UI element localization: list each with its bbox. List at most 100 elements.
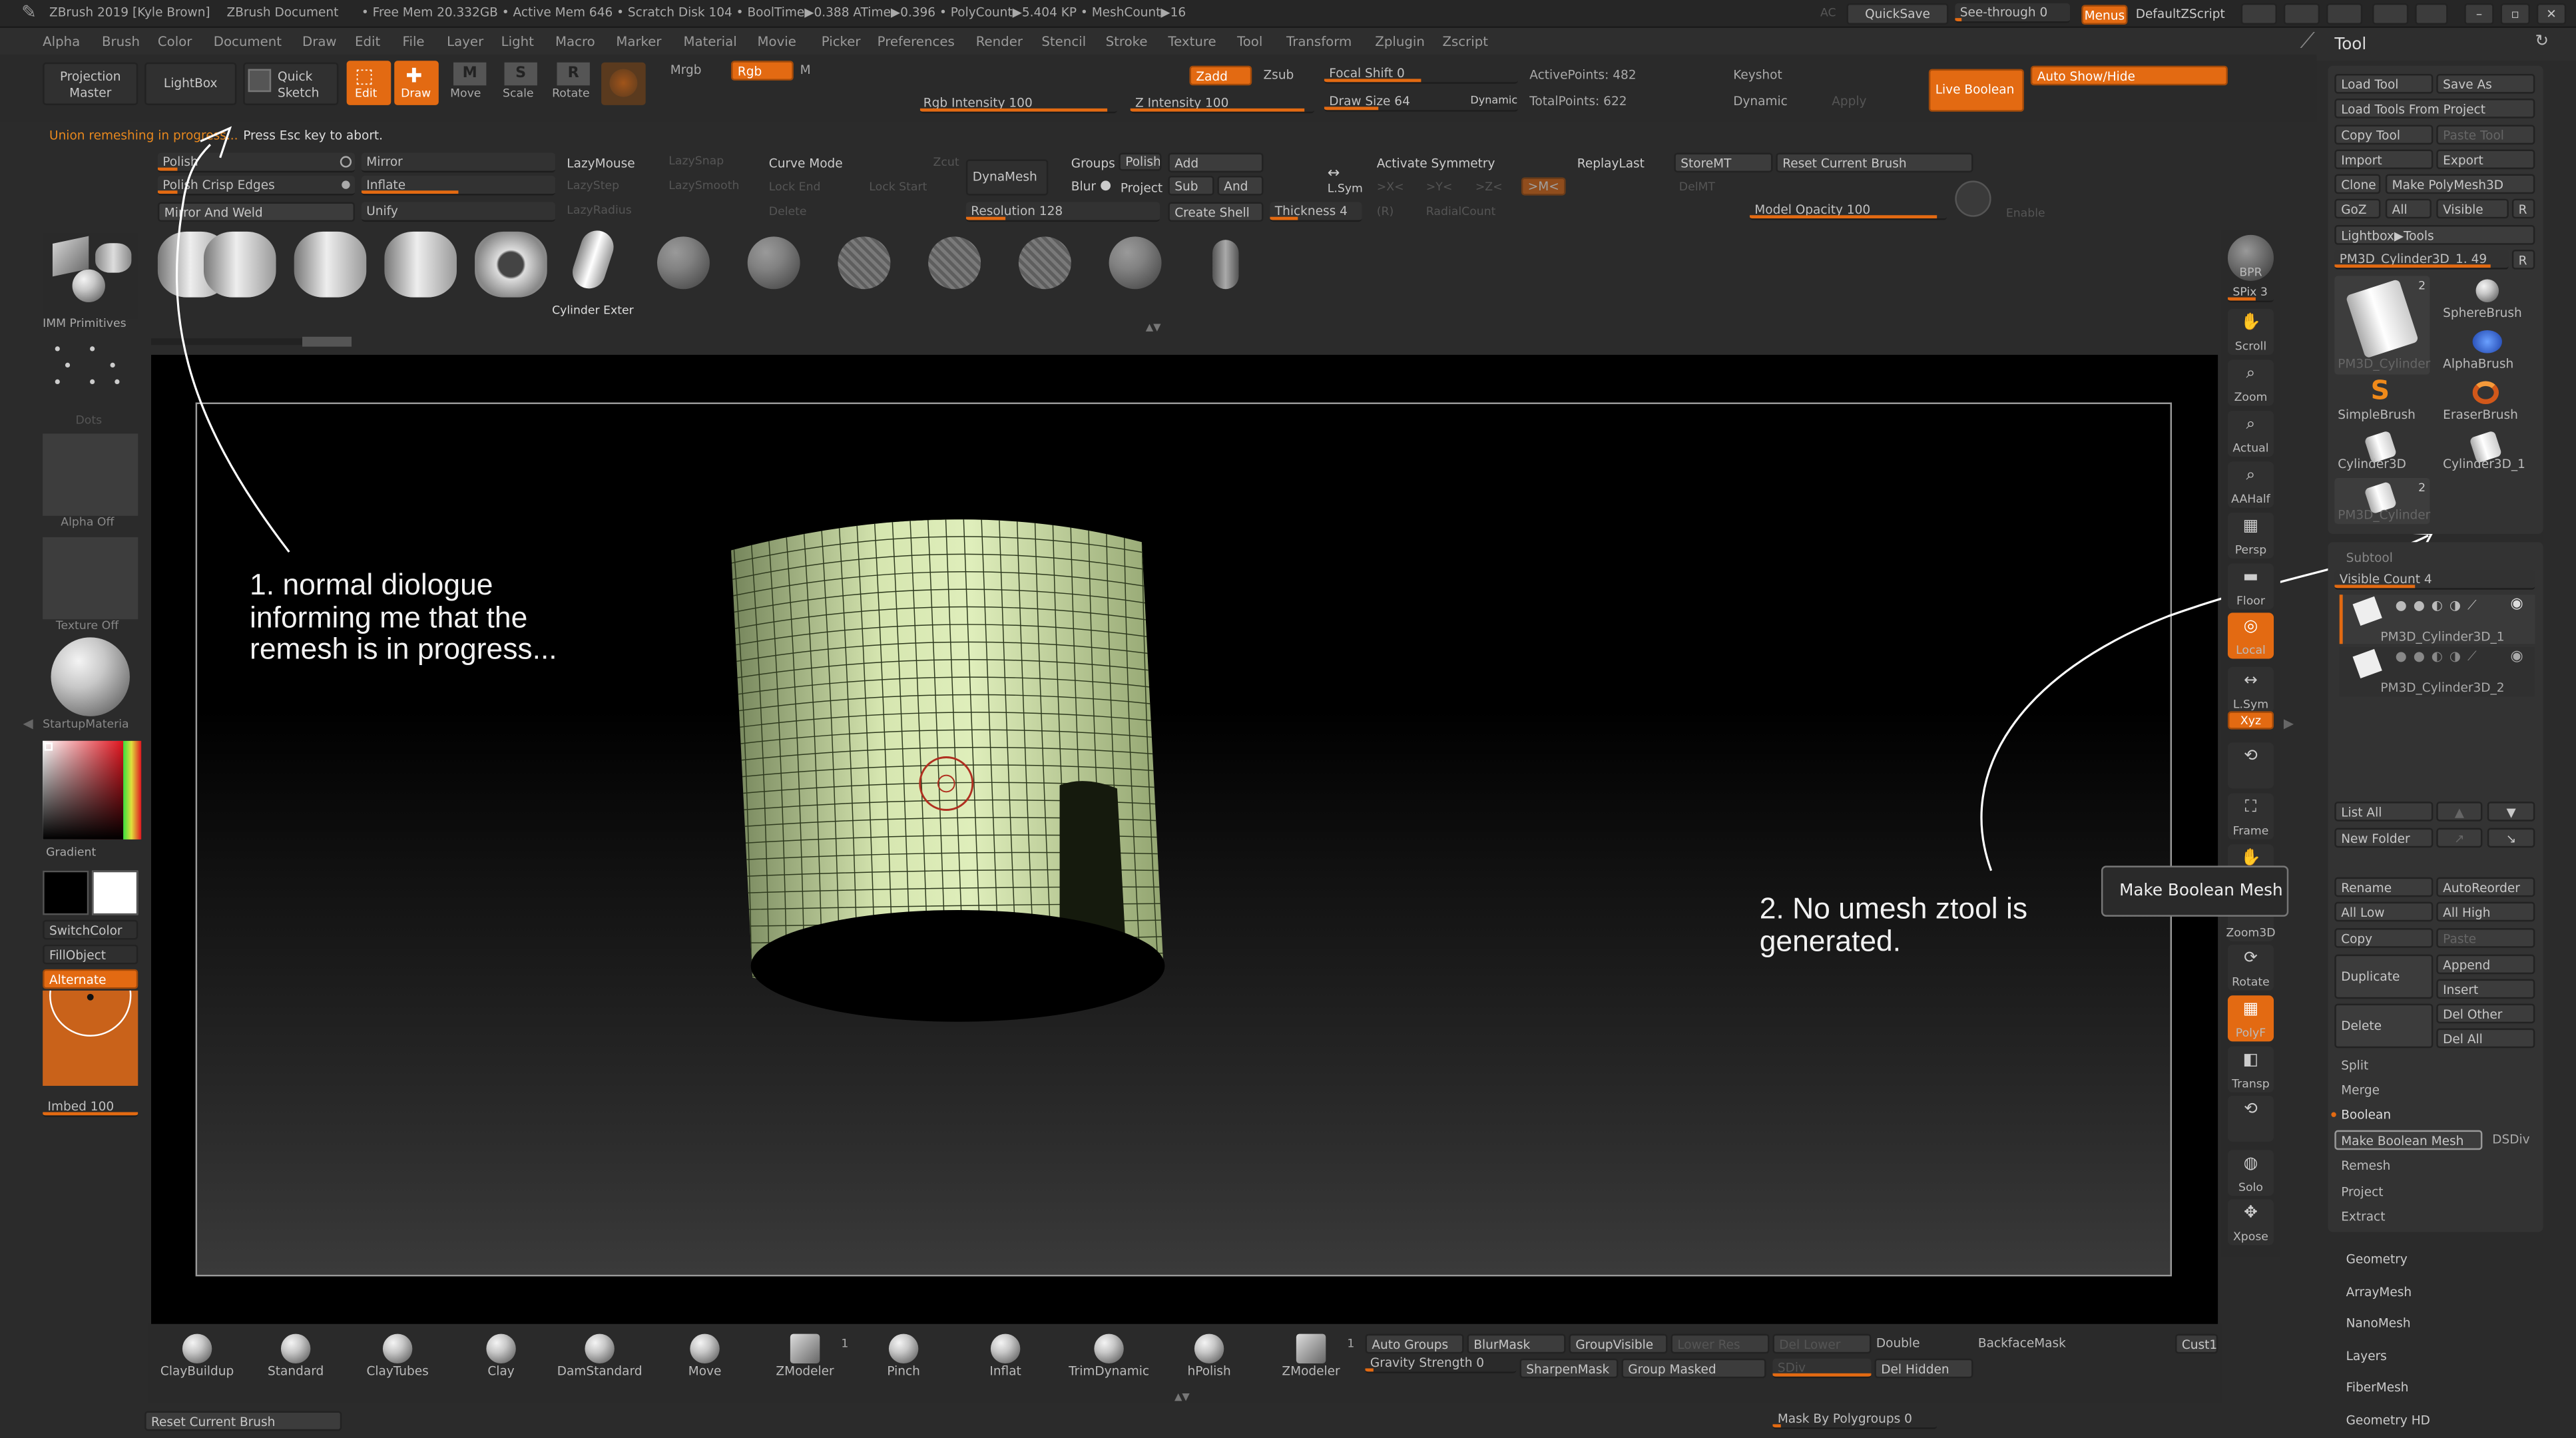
merge-section[interactable]: Merge (2341, 1084, 2380, 1097)
spix-slider[interactable]: SPix 3 (2227, 282, 2274, 303)
sharpenmask-button[interactable]: SharpenMask (1519, 1358, 1619, 1379)
move-up-button[interactable]: ▲ (2436, 802, 2483, 822)
section-fibermesh[interactable]: FiberMesh (2346, 1381, 2409, 1394)
paste-tool-button[interactable]: Paste Tool (2436, 124, 2535, 145)
sdiv-slider[interactable]: SDiv (1772, 1358, 1872, 1379)
all-low-button[interactable]: All Low (2334, 901, 2434, 922)
zmodeler-brush-label[interactable]: ZModeler (756, 1365, 854, 1377)
export-button[interactable]: Export (2436, 149, 2535, 170)
insert-button[interactable]: Insert (2436, 979, 2535, 999)
cust1-button[interactable]: Cust1 (2175, 1333, 2218, 1354)
rename-button[interactable]: Rename (2334, 877, 2434, 897)
make-polymesh3d-button[interactable]: Make PolyMesh3D (2385, 174, 2535, 194)
right-tray-arrow-icon[interactable]: ▶ (2284, 716, 2294, 731)
inflat-brush-label[interactable]: Inflat (956, 1365, 1055, 1377)
group-masked-button[interactable]: Group Masked (1621, 1358, 1766, 1379)
folder-down-button[interactable]: ↘ (2487, 828, 2535, 848)
polyf-icon: ▦ (2242, 1000, 2259, 1019)
goz-r-button[interactable]: R (2511, 198, 2535, 219)
clay-brush-icon[interactable] (486, 1333, 516, 1364)
pinch-brush-label[interactable]: Pinch (854, 1365, 953, 1377)
copy-subtool-button[interactable]: Copy (2334, 928, 2434, 948)
import-button[interactable]: Import (2334, 149, 2434, 170)
section-nanomesh[interactable]: NanoMesh (2346, 1318, 2411, 1330)
subtool-toggles-1[interactable]: ●●◐◑⟋ (2396, 599, 2511, 613)
move-brush-label[interactable]: Move (656, 1365, 754, 1377)
load-tool-button[interactable]: Load Tool (2334, 74, 2434, 94)
trimdynamic-brush-icon[interactable] (1094, 1333, 1124, 1364)
goz-visible-button[interactable]: Visible (2436, 198, 2509, 219)
damstandard-brush-label[interactable]: DamStandard (551, 1365, 649, 1377)
new-folder-button[interactable]: New Folder (2334, 828, 2434, 848)
subtool-toggles-2[interactable]: ●●◐◑⟋ (2396, 650, 2511, 664)
subtool-eye-1-icon[interactable]: ◉ (2510, 597, 2523, 613)
subtool-name-1[interactable]: PM3D_Cylinder3D_1 (2380, 630, 2504, 644)
hpolish-brush-label[interactable]: hPolish (1160, 1365, 1258, 1377)
gravity-strength-slider[interactable]: Gravity Strength 0 (1365, 1353, 1517, 1373)
zmodeler-brush-label[interactable]: ZModeler (1262, 1365, 1360, 1377)
clay-brush-label[interactable]: Clay (452, 1365, 551, 1377)
subtool-name-2[interactable]: PM3D_Cylinder3D_2 (2380, 682, 2504, 694)
split-section[interactable]: Split (2341, 1059, 2368, 1073)
auto-groups-button[interactable]: Auto Groups (1365, 1333, 1464, 1354)
del-other-button[interactable]: Del Other (2436, 1003, 2535, 1024)
bottom-expand-icon[interactable]: ▲▼ (1096, 1391, 1268, 1405)
subtool-title[interactable]: Subtool (2346, 552, 2393, 565)
damstandard-brush-icon[interactable] (585, 1333, 615, 1364)
trimdynamic-brush-label[interactable]: TrimDynamic (1060, 1365, 1159, 1377)
goz-button[interactable]: GoZ (2334, 198, 2381, 219)
claytubes-brush-label[interactable]: ClayTubes (348, 1365, 447, 1377)
zmodeler-brush-icon[interactable] (790, 1333, 820, 1364)
del-lower-button[interactable]: Del Lower (1772, 1333, 1872, 1354)
visible-count-slider[interactable]: Visible Count 4 (2334, 570, 2535, 590)
goz-all-button[interactable]: All (2385, 198, 2432, 219)
lower-res-button[interactable]: Lower Res (1671, 1333, 1770, 1354)
extract-section[interactable]: Extract (2341, 1211, 2385, 1224)
append-button[interactable]: Append (2436, 954, 2535, 975)
claytubes-brush-icon[interactable] (382, 1333, 413, 1364)
pinch-brush-icon[interactable] (888, 1333, 919, 1364)
current-tool-slider[interactable]: PM3D_Cylinder3D_1. 49 (2334, 250, 2509, 270)
clone-button[interactable]: Clone (2334, 174, 2381, 194)
paste-subtool-button[interactable]: Paste (2436, 928, 2535, 948)
copy-tool-button[interactable]: Copy Tool (2334, 124, 2434, 145)
save-as-button[interactable]: Save As (2436, 74, 2535, 94)
zmodeler-brush-icon[interactable] (1296, 1333, 1326, 1364)
xyz-button[interactable]: Xyz (2227, 711, 2274, 730)
folder-up-button[interactable]: ↗ (2436, 828, 2483, 848)
subtool-eye-2-icon[interactable]: ◉ (2510, 649, 2523, 666)
del-hidden-button[interactable]: Del Hidden (1874, 1358, 1973, 1379)
section-layers[interactable]: Layers (2346, 1349, 2387, 1362)
blurmask-button[interactable]: BlurMask (1467, 1333, 1566, 1354)
duplicate-button[interactable]: Duplicate (2334, 954, 2434, 999)
list-all-button[interactable]: List All (2334, 802, 2434, 822)
claybuildup-brush-icon[interactable] (182, 1333, 212, 1364)
all-high-button[interactable]: All High (2436, 901, 2535, 922)
project-section[interactable]: Project (2341, 1186, 2383, 1199)
section-arraymesh[interactable]: ArrayMesh (2346, 1286, 2412, 1298)
mask-by-polygroups-slider[interactable]: Mask By Polygroups 0 (1772, 1409, 1937, 1429)
load-tools-from-project-button[interactable]: Load Tools From Project (2334, 99, 2535, 119)
boolean-section[interactable]: Boolean (2341, 1109, 2391, 1122)
del-all-button[interactable]: Del All (2436, 1028, 2535, 1049)
delete-subtool-button[interactable]: Delete (2334, 1003, 2434, 1049)
dsdiv-slider[interactable]: DSDiv (2492, 1134, 2529, 1146)
section-geometry-hd[interactable]: Geometry HD (2346, 1413, 2430, 1426)
claybuildup-brush-label[interactable]: ClayBuildup (148, 1365, 246, 1377)
groupvisible-button[interactable]: GroupVisible (1569, 1333, 1668, 1354)
remesh-section[interactable]: Remesh (2341, 1160, 2390, 1172)
current-tool-r-button[interactable]: R (2511, 250, 2535, 270)
move-brush-icon[interactable] (690, 1333, 720, 1364)
double-button[interactable]: Double (1876, 1337, 1920, 1350)
reset-current-brush-bottom-button[interactable]: Reset Current Brush (144, 1411, 342, 1431)
autoreorder-button[interactable]: AutoReorder (2436, 877, 2535, 897)
inflat-brush-icon[interactable] (990, 1333, 1021, 1364)
make-boolean-mesh-button[interactable]: Make Boolean Mesh (2334, 1130, 2483, 1150)
standard-brush-icon[interactable] (280, 1333, 311, 1364)
move-down-button[interactable]: ▼ (2487, 802, 2535, 822)
standard-brush-label[interactable]: Standard (246, 1365, 345, 1377)
backfacemask-button[interactable]: BackfaceMask (1978, 1337, 2066, 1350)
hpolish-brush-icon[interactable] (1194, 1333, 1224, 1364)
section-geometry[interactable]: Geometry (2346, 1254, 2408, 1266)
lightbox-tools-button[interactable]: Lightbox▶Tools (2334, 225, 2535, 245)
